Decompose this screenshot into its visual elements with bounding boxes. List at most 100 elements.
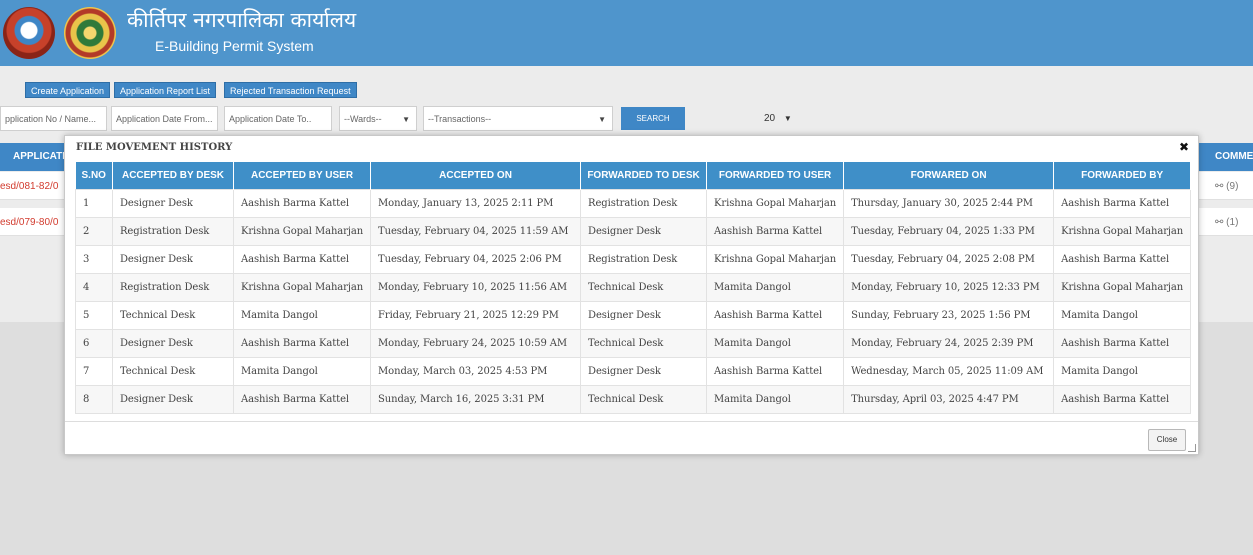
table-cell: 1 [75, 189, 113, 218]
table-body: 1 Designer Desk Aashish Barma Kattel Monday… [75, 189, 1192, 414]
file-movement-history-dialog: FILE MOVEMENT HISTORY ✖ S.NO ACCEPTED BY … [64, 135, 1199, 455]
app-header: कीर्तिपर नगरपालिका कार्यालय E-Building P… [0, 0, 1253, 66]
table-row: 7 Technical Desk Mamita Dangol Monday, Marc… [75, 357, 1192, 386]
table-cell: Tuesday, February 04, 2025 2:08 PM [843, 245, 1055, 274]
table-cell: Aashish Barma Kattel [706, 301, 845, 330]
table-cell: Krishna Gopal Maharjan [232, 217, 372, 246]
table-cell: Monday, February 24, 2025 2:39 PM [843, 329, 1055, 358]
rejected-transaction-request-button[interactable]: Rejected Transaction Request [224, 82, 357, 98]
table-cell: Aashish Barma Kattel [706, 217, 845, 246]
table-cell: 4 [75, 273, 113, 302]
table-cell: Aashish Barma Kattel [1053, 189, 1192, 218]
table-cell: Designer Desk [112, 245, 234, 274]
transactions-select[interactable]: --Transactions-- ▼ [423, 106, 613, 131]
table-cell: Monday, January 13, 2025 2:11 PM [370, 189, 582, 218]
column-header: FORWARDED TO DESK [580, 162, 708, 190]
column-header: ACCEPTED BY USER [233, 162, 372, 190]
table-cell: Aashish Barma Kattel [706, 357, 845, 386]
table-cell: Mamita Dangol [706, 329, 845, 358]
table-cell: Mamita Dangol [706, 273, 845, 302]
table-cell: Technical Desk [580, 273, 708, 302]
table-cell: Technical Desk [112, 357, 234, 386]
column-header: FORWARDED BY [1053, 162, 1192, 190]
table-cell: Designer Desk [112, 189, 234, 218]
date-from-input[interactable]: Application Date From... [111, 106, 218, 131]
table-cell: 8 [75, 385, 113, 414]
create-application-button[interactable]: Create Application [25, 82, 111, 98]
chevron-down-icon: ▼ [402, 115, 410, 124]
nepal-emblem-logo [3, 7, 55, 59]
office-title: कीर्तिपर नगरपालिका कार्यालय [127, 8, 357, 32]
history-table: S.NO ACCEPTED BY DESK ACCEPTED BY USER ACCE… [75, 162, 1192, 414]
comment-count[interactable]: ⚯ (1) [1215, 217, 1238, 228]
transactions-select-value: --Transactions-- [428, 114, 492, 124]
dialog-title: FILE MOVEMENT HISTORY [76, 142, 233, 153]
table-cell: Aashish Barma Kattel [1053, 329, 1192, 358]
application-no-input[interactable]: pplication No / Name... [0, 106, 107, 131]
search-button[interactable]: SEARCH [621, 107, 685, 130]
comment-count[interactable]: ⚯ (9) [1215, 181, 1238, 192]
table-cell: Tuesday, February 04, 2025 11:59 AM [370, 217, 582, 246]
table-cell: Friday, February 21, 2025 12:29 PM [370, 301, 582, 330]
table-cell: Monday, March 03, 2025 4:53 PM [370, 357, 582, 386]
table-cell: Krishna Gopal Maharjan [706, 189, 845, 218]
table-cell: Aashish Barma Kattel [1053, 245, 1192, 274]
page-size-select[interactable]: 20 ▼ [758, 106, 795, 131]
table-row: 2 Registration Desk Krishna Gopal Maharjan… [75, 217, 1192, 246]
table-cell: Registration Desk [580, 189, 708, 218]
table-cell: Thursday, April 03, 2025 4:47 PM [843, 385, 1055, 414]
chevron-down-icon: ▼ [783, 114, 792, 123]
table-cell: Designer Desk [580, 357, 708, 386]
table-row: 8 Designer Desk Aashish Barma Kattel Sunday… [75, 385, 1192, 414]
table-cell: 6 [75, 329, 113, 358]
application-link[interactable]: esd/081-82/0 [0, 181, 58, 192]
wards-select[interactable]: --Wards-- ▼ [339, 106, 417, 131]
divider [65, 421, 1198, 422]
resize-handle-icon[interactable] [1188, 444, 1196, 452]
table-cell: Monday, February 10, 2025 12:33 PM [843, 273, 1055, 302]
table-cell: Mamita Dangol [1053, 301, 1192, 330]
table-row: 1 Designer Desk Aashish Barma Kattel Monday… [75, 189, 1192, 218]
table-cell: Registration Desk [112, 217, 234, 246]
table-row: 4 Registration Desk Krishna Gopal Maharjan… [75, 273, 1192, 302]
table-cell: Mamita Dangol [232, 357, 372, 386]
table-cell: Aashish Barma Kattel [232, 245, 372, 274]
column-header: S.NO [75, 162, 113, 190]
table-cell: Aashish Barma Kattel [232, 385, 372, 414]
application-link[interactable]: esd/079-80/0 [0, 217, 58, 228]
system-title: E-Building Permit System [155, 38, 314, 54]
table-cell: 3 [75, 245, 113, 274]
table-cell: Mamita Dangol [1053, 357, 1192, 386]
table-cell: Aashish Barma Kattel [232, 189, 372, 218]
table-cell: Registration Desk [112, 273, 234, 302]
column-header: ACCEPTED BY DESK [112, 162, 234, 190]
column-header: FORWARDED TO USER [706, 162, 845, 190]
date-to-input[interactable]: Application Date To.. [224, 106, 332, 131]
column-header: FORWARED ON [843, 162, 1055, 190]
table-cell: Registration Desk [580, 245, 708, 274]
table-cell: Designer Desk [112, 329, 234, 358]
table-cell: Krishna Gopal Maharjan [1053, 273, 1192, 302]
table-cell: 7 [75, 357, 113, 386]
table-cell: Mamita Dangol [706, 385, 845, 414]
table-cell: Monday, February 10, 2025 11:56 AM [370, 273, 582, 302]
table-cell: 5 [75, 301, 113, 330]
application-report-list-button[interactable]: Application Report List [114, 82, 217, 98]
page-size-value: 20 [764, 113, 776, 124]
municipality-logo [64, 7, 116, 59]
table-cell: Designer Desk [580, 217, 708, 246]
table-header-row: S.NO ACCEPTED BY DESK ACCEPTED BY USER ACCE… [75, 162, 1192, 190]
table-cell: Wednesday, March 05, 2025 11:09 AM [843, 357, 1055, 386]
table-cell: Monday, February 24, 2025 10:59 AM [370, 329, 582, 358]
table-cell: Tuesday, February 04, 2025 1:33 PM [843, 217, 1055, 246]
table-cell: Thursday, January 30, 2025 2:44 PM [843, 189, 1055, 218]
table-cell: Designer Desk [580, 301, 708, 330]
table-cell: Aashish Barma Kattel [1053, 385, 1192, 414]
table-cell: Technical Desk [112, 301, 234, 330]
close-button[interactable]: Close [1148, 429, 1186, 451]
wards-select-value: --Wards-- [344, 114, 382, 124]
close-icon[interactable]: ✖ [1179, 140, 1189, 154]
table-cell: Aashish Barma Kattel [232, 329, 372, 358]
table-row: 3 Designer Desk Aashish Barma Kattel Tuesda… [75, 245, 1192, 274]
column-header: ACCEPTED ON [370, 162, 582, 190]
